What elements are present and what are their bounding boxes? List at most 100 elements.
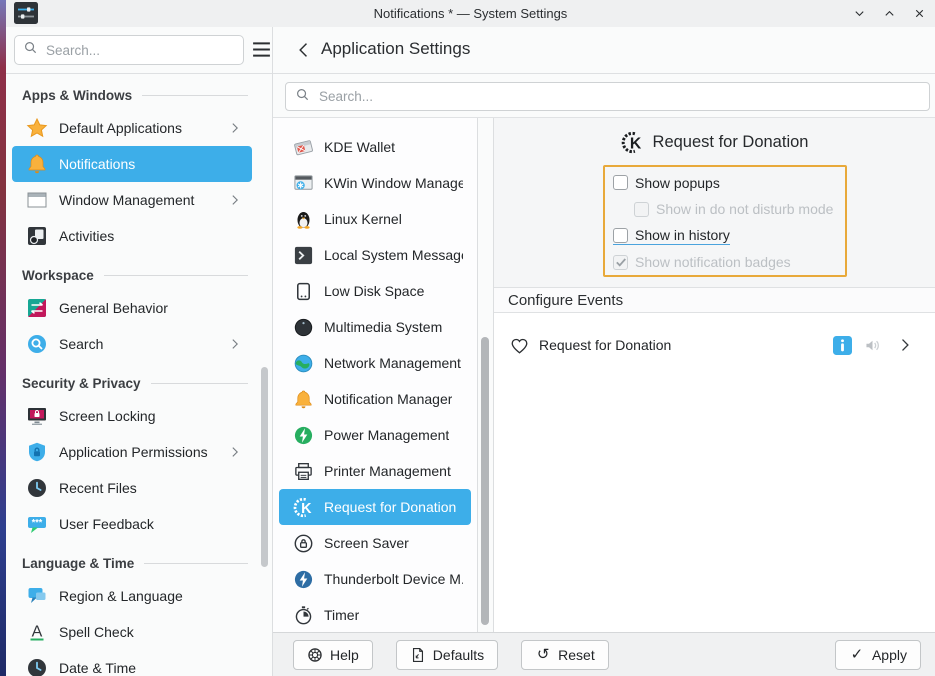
event-row[interactable]: Request for Donation [494,327,935,363]
app-list-item-linux-kernel[interactable]: Linux Kernel [279,201,471,237]
window-title: Notifications * — System Settings [6,6,935,21]
app-list-item-screen-saver[interactable]: Screen Saver [279,525,471,561]
clock-icon [26,477,48,499]
svg-text:K: K [629,136,641,153]
top-toolbar: Application Settings [6,27,935,74]
titlebar: Notifications * — System Settings [6,0,935,28]
app-list-item-multimedia-system[interactable]: Multimedia System [279,309,471,345]
detail-heading: K Request for Donation [494,131,935,154]
app-list-item-low-disk-space[interactable]: Low Disk Space [279,273,471,309]
kde-icon: K [293,497,314,518]
app-list-item-label: KDE Wallet [324,139,395,155]
region-language-icon [26,585,48,607]
app-list-item-label: Multimedia System [324,319,442,335]
checkbox[interactable] [613,228,628,243]
tux-icon [293,209,314,230]
sidebar-scrollbar[interactable] [261,367,268,567]
sidebar-item-label: Notifications [59,156,242,172]
app-list-item-timer[interactable]: Timer [279,597,471,632]
screen-locking-icon [26,405,48,427]
speaker-icon[interactable] [863,336,882,355]
application-list-divider [477,118,478,632]
help-icon [307,647,323,663]
sidebar-item-search[interactable]: Search [12,326,252,362]
checkbox[interactable] [613,175,628,190]
sidebar-item-window-management[interactable]: Window Management [12,182,252,218]
sidebar-item-label: Region & Language [59,588,242,604]
back-icon[interactable] [295,41,313,59]
sidebar-item-region-language[interactable]: Region & Language [12,578,252,614]
app-list-item-notification-manager[interactable]: Notification Manager [279,381,471,417]
sidebar-item-user-feedback[interactable]: ***User Feedback [12,506,252,542]
section-label: Workspace [22,268,94,283]
app-list-item-label: Screen Saver [324,535,409,551]
chevron-right-icon [228,193,242,207]
checkbox-row-show-notification-badges: Show notification badges [613,250,845,277]
app-list-item-kde-wallet[interactable]: KDE Wallet [279,129,471,165]
detail-title: Request for Donation [653,133,809,152]
checkbox-row-show-in-history: Show in history [613,223,845,250]
app-list-item-printer-management[interactable]: Printer Management [279,453,471,489]
defaults-icon [410,647,426,663]
defaults-button[interactable]: Defaults [396,640,498,670]
minimize-button[interactable] [851,6,867,22]
clock-icon [26,657,48,676]
help-button[interactable]: Help [293,640,373,670]
app-filter-input[interactable] [317,88,920,105]
sidebar-item-application-permissions[interactable]: Application Permissions [12,434,252,470]
window-icon [26,189,48,211]
sidebar-item-general-behavior[interactable]: General Behavior [12,290,252,326]
kde-logo-icon: K [621,131,644,154]
app-list-item-kwin-window-manager[interactable]: KWin Window Manager [279,165,471,201]
menu-icon[interactable] [251,40,272,59]
app-list-item-label: Linux Kernel [324,211,402,227]
svg-text:K: K [301,501,312,517]
app-list-item-request-for-donation[interactable]: K Request for Donation [279,489,471,525]
app-list-item-network-management[interactable]: Network Management [279,345,471,381]
shield-icon [26,441,48,463]
app-list-item-local-system-message-[interactable]: Local System Message ... [279,237,471,273]
activities-icon [26,225,48,247]
sidebar-search-input[interactable] [44,42,235,59]
sidebar-item-notifications[interactable]: Notifications [12,146,252,182]
star-icon [26,117,48,139]
check-icon: ✓ [849,647,865,663]
apply-button[interactable]: ✓Apply [835,640,921,670]
sidebar: Apps & WindowsDefault ApplicationsNotifi… [6,74,258,676]
wallet-icon [293,137,314,158]
terminal-icon [293,245,314,266]
checkbox-label: Show in do not disturb mode [656,201,833,217]
app-list-item-label: Local System Message ... [324,247,463,263]
sidebar-search[interactable] [14,35,244,65]
sidebar-item-label: General Behavior [59,300,242,316]
search-icon [295,87,310,107]
sidebar-item-default-applications[interactable]: Default Applications [12,110,252,146]
system-settings-app-icon [14,2,38,24]
content-search[interactable] [285,82,930,111]
configure-events-label: Configure Events [508,292,623,309]
application-list-scrollbar[interactable] [481,337,489,625]
sidebar-item-label: Default Applications [59,120,217,136]
sidebar-item-recent-files[interactable]: Recent Files [12,470,252,506]
checkbox [634,202,649,217]
sidebar-item-screen-locking[interactable]: Screen Locking [12,398,252,434]
timer-icon [293,605,314,626]
info-icon[interactable] [833,336,852,355]
maximize-button[interactable] [881,6,897,22]
reset-button[interactable]: ↺Reset [521,640,609,670]
button-label: Help [330,647,359,663]
sidebar-item-spell-check[interactable]: ASpell Check [12,614,252,650]
bell-icon [26,153,48,175]
app-list-item-thunderbolt-device-m-[interactable]: Thunderbolt Device M... [279,561,471,597]
sidebar-item-label: User Feedback [59,516,242,532]
app-list-item-label: Low Disk Space [324,283,424,299]
sidebar-item-label: Recent Files [59,480,242,496]
sidebar-item-date-time[interactable]: Date & Time [12,650,252,676]
section-rule [151,383,248,384]
app-list-item-label: Thunderbolt Device M... [324,571,463,587]
app-list-item-label: Request for Donation [324,499,456,515]
app-list-item-power-management[interactable]: Power Management [279,417,471,453]
close-button[interactable] [911,6,927,22]
sidebar-item-activities[interactable]: Activities [12,218,252,254]
section-rule [142,95,248,96]
